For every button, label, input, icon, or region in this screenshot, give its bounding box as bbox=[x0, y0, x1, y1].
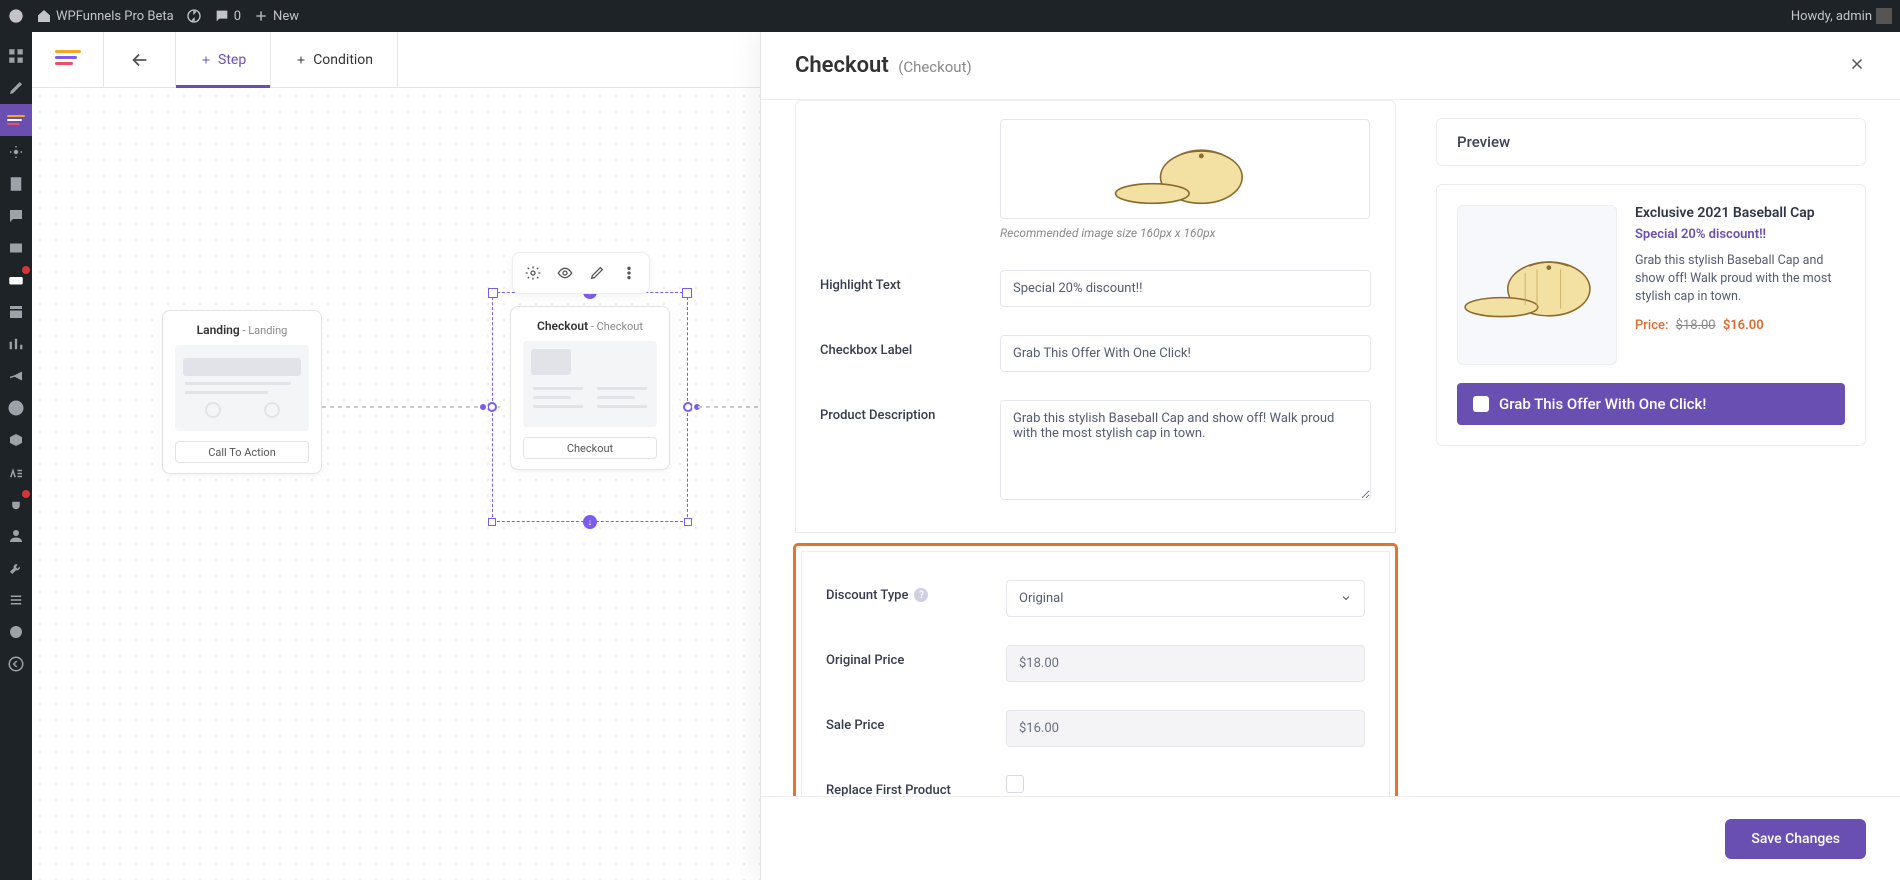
plus-icon bbox=[200, 54, 212, 66]
label-desc: Product Description bbox=[820, 400, 1000, 423]
node-cta-button[interactable]: Call To Action bbox=[175, 441, 309, 463]
node-landing[interactable]: Landing - Landing Call To Action bbox=[162, 310, 322, 474]
wp-admin-bar: WPFunnels Pro Beta 0 New Howdy, admin bbox=[0, 0, 1900, 32]
arrow-left-icon bbox=[129, 49, 151, 71]
port-dot-in[interactable] bbox=[478, 402, 488, 412]
side-item-dashboard[interactable] bbox=[0, 40, 32, 72]
side-item-settings[interactable] bbox=[0, 584, 32, 616]
plus-icon bbox=[295, 54, 307, 66]
side-item-products[interactable] bbox=[0, 296, 32, 328]
highlight-input[interactable] bbox=[1000, 270, 1371, 307]
discount-type-select[interactable]: Original bbox=[1006, 580, 1365, 617]
preview-desc: Grab this stylish Baseball Cap and show … bbox=[1635, 252, 1845, 306]
node-title: Landing - Landing bbox=[175, 323, 309, 337]
sale-price-field: $16.00 bbox=[1006, 710, 1365, 747]
label-checkbox: Checkbox Label bbox=[820, 335, 1000, 358]
toolbar-settings-button[interactable] bbox=[519, 259, 547, 287]
node-toolbar bbox=[512, 252, 650, 294]
wp-site-link[interactable]: WPFunnels Pro Beta bbox=[36, 8, 174, 24]
side-item-tools[interactable] bbox=[0, 552, 32, 584]
gear-icon bbox=[525, 265, 541, 281]
side-item-generic[interactable] bbox=[0, 616, 32, 648]
side-item-woo[interactable] bbox=[0, 264, 32, 296]
toolbar-edit-button[interactable] bbox=[583, 259, 611, 287]
side-item-media[interactable] bbox=[0, 136, 32, 168]
side-item-contact[interactable] bbox=[0, 232, 32, 264]
help-icon[interactable]: ? bbox=[914, 588, 928, 602]
highlighted-section: Discount Type? Original Original Price $… bbox=[795, 545, 1396, 796]
node-title: Checkout - Checkout bbox=[523, 319, 657, 333]
side-item-collapse[interactable] bbox=[0, 648, 32, 680]
save-changes-button[interactable]: Save Changes bbox=[1725, 819, 1866, 859]
side-item-posts[interactable] bbox=[0, 72, 32, 104]
badge-bottom-icon: ↓ bbox=[583, 515, 597, 529]
label-replace: Replace First Product bbox=[826, 775, 1006, 796]
pencil-icon bbox=[589, 265, 605, 281]
home-icon bbox=[36, 8, 52, 24]
node-thumb bbox=[523, 341, 657, 427]
side-item-marketing[interactable] bbox=[0, 360, 32, 392]
step-drawer: Checkout (Checkout) bbox=[760, 32, 1900, 880]
drawer-title: Checkout (Checkout) bbox=[795, 53, 972, 78]
checkbox-label-input[interactable] bbox=[1000, 335, 1371, 372]
close-icon bbox=[1848, 55, 1866, 73]
app-logo[interactable] bbox=[32, 32, 104, 87]
side-item-appearance[interactable] bbox=[0, 456, 32, 488]
tab-condition[interactable]: Condition bbox=[271, 32, 398, 87]
side-item-analytics[interactable] bbox=[0, 328, 32, 360]
preview-cta-checkbox[interactable] bbox=[1473, 396, 1489, 412]
original-price-field: $18.00 bbox=[1006, 645, 1365, 682]
back-button[interactable] bbox=[104, 32, 176, 87]
node-thumb bbox=[175, 345, 309, 431]
side-item-comments[interactable] bbox=[0, 200, 32, 232]
description-input[interactable] bbox=[1000, 400, 1371, 500]
preview-highlight: Special 20% discount!! bbox=[1635, 227, 1845, 242]
eye-icon bbox=[557, 265, 573, 281]
wp-updates-icon[interactable] bbox=[186, 8, 202, 24]
port-in[interactable] bbox=[487, 402, 497, 412]
tab-step[interactable]: Step bbox=[176, 32, 271, 87]
label-sale-price: Sale Price bbox=[826, 710, 1006, 733]
side-item-wpfunnels[interactable] bbox=[0, 104, 32, 136]
drawer-close-button[interactable] bbox=[1848, 55, 1866, 77]
toolbar-view-button[interactable] bbox=[551, 259, 579, 287]
replace-first-checkbox[interactable] bbox=[1006, 775, 1024, 793]
side-item-pages[interactable] bbox=[0, 168, 32, 200]
product-image-box[interactable] bbox=[1000, 119, 1370, 219]
image-hint: Recommended image size 160px x 160px bbox=[1000, 225, 1371, 242]
more-vertical-icon bbox=[621, 265, 637, 281]
preview-price: Price: $18.00 $16.00 bbox=[1635, 318, 1845, 333]
node-checkout[interactable]: Checkout - Checkout Checkout bbox=[510, 306, 670, 470]
side-item-elementor[interactable] bbox=[0, 392, 32, 424]
node-checkout-button[interactable]: Checkout bbox=[523, 437, 657, 459]
side-item-users[interactable] bbox=[0, 520, 32, 552]
label-orig-price: Original Price bbox=[826, 645, 1006, 668]
toolbar-more-button[interactable] bbox=[615, 259, 643, 287]
preview-image bbox=[1457, 205, 1617, 365]
edge bbox=[322, 406, 500, 408]
plus-icon bbox=[253, 8, 269, 24]
preview-header: Preview bbox=[1436, 118, 1866, 166]
preview-card: Exclusive 2021 Baseball Cap Special 20% … bbox=[1436, 184, 1866, 446]
preview-cta-button[interactable]: Grab This Offer With One Click! bbox=[1457, 383, 1845, 425]
label-discount-type: Discount Type? bbox=[826, 580, 1006, 603]
chevron-down-icon bbox=[1340, 592, 1352, 604]
label-highlight: Highlight Text bbox=[820, 270, 1000, 293]
preview-title: Exclusive 2021 Baseball Cap bbox=[1635, 205, 1845, 221]
wp-admin-sidebar bbox=[0, 32, 32, 880]
avatar-icon bbox=[1876, 8, 1892, 24]
comment-icon bbox=[214, 8, 230, 24]
order-bump-card: Recommended image size 160px x 160px Hig… bbox=[795, 100, 1396, 533]
wp-logo-icon[interactable] bbox=[8, 8, 24, 24]
side-item-templates[interactable] bbox=[0, 424, 32, 456]
side-item-plugins[interactable] bbox=[0, 488, 32, 520]
wp-comments[interactable]: 0 bbox=[214, 8, 241, 24]
wp-howdy[interactable]: Howdy, admin bbox=[1791, 8, 1892, 24]
wp-new[interactable]: New bbox=[253, 8, 299, 24]
